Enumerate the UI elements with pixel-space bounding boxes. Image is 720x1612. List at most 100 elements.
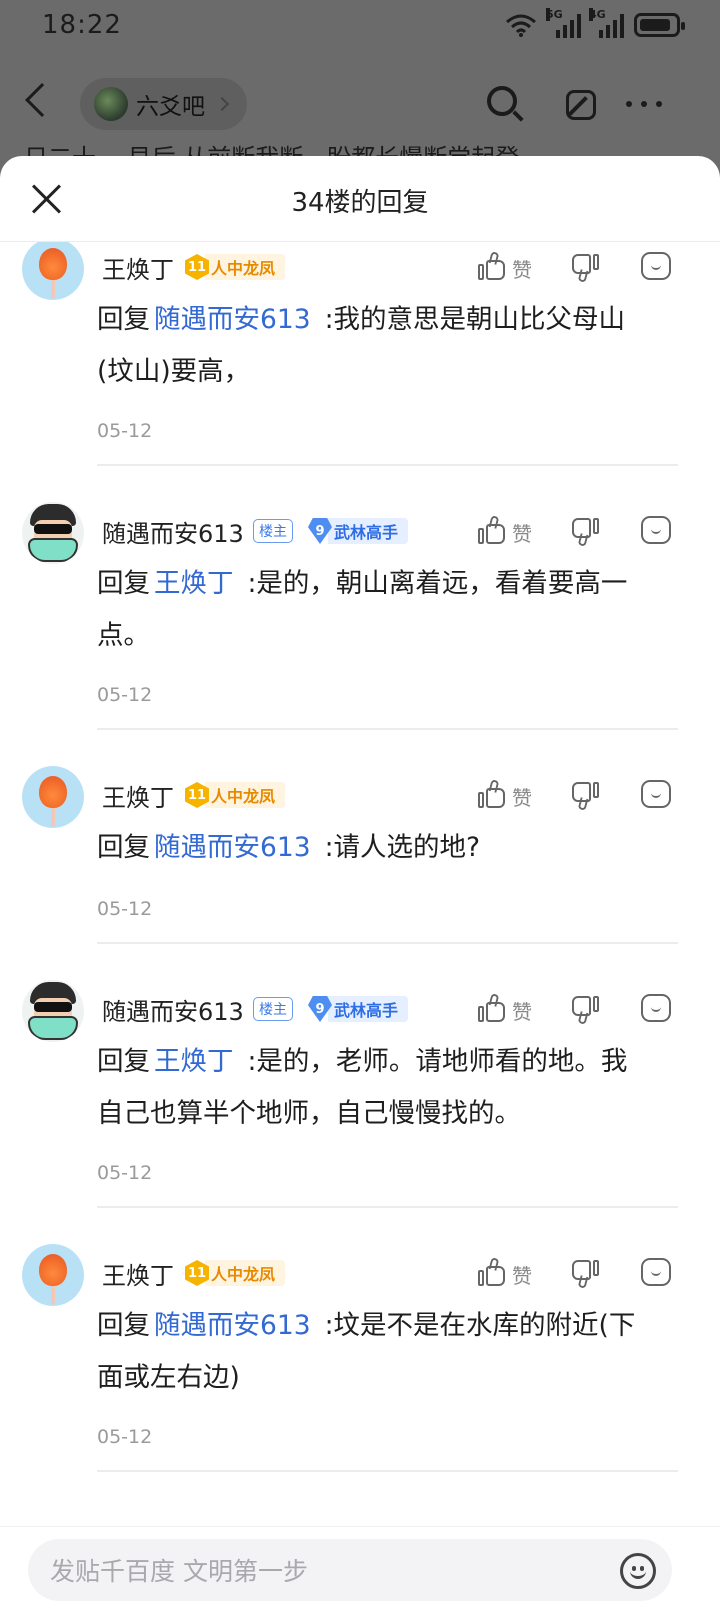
badge-title: 人中龙凤 (205, 254, 286, 280)
like-icon[interactable] (478, 993, 506, 1024)
reply-prefix: 回复 (97, 832, 150, 863)
dislike-icon[interactable] (571, 780, 599, 811)
mention-link[interactable]: 随遇而安613 (154, 304, 311, 335)
badge-title: 人中龙凤 (205, 782, 286, 808)
like-label[interactable]: 赞 (512, 782, 532, 811)
user-avatar[interactable] (22, 502, 84, 564)
reply-date: 05-12 (97, 1426, 153, 1448)
like-icon[interactable] (478, 251, 506, 282)
reply-prefix: 回复 (97, 568, 150, 599)
like-icon[interactable] (478, 1257, 506, 1288)
reply-date: 05-12 (97, 420, 153, 442)
reply-text: :是的，朝山离着远，看着要高一 (247, 568, 628, 599)
mention-link[interactable]: 随遇而安613 (154, 832, 311, 863)
reply-item: 随遇而安613 楼主 9 武林高手 赞 回复 王焕丁:是的，老师。请地师看的地。我… (0, 952, 720, 1216)
like-icon[interactable] (478, 515, 506, 546)
mention-link[interactable]: 随遇而安613 (154, 1310, 311, 1341)
reply-text-cont: 面或左右边) (97, 1362, 240, 1393)
reply-date: 05-12 (97, 1162, 153, 1184)
user-avatar[interactable] (22, 242, 84, 300)
reply-sheet: 34楼的回复 王焕丁 11 人中龙凤 赞 回复 随遇而安613:我的意思是朝山比父… (0, 156, 720, 1612)
reply-list[interactable]: 王焕丁 11 人中龙凤 赞 回复 随遇而安613:我的意思是朝山比父母山 (坟山)要… (0, 242, 720, 1526)
like-label[interactable]: 赞 (512, 996, 532, 1025)
reply-date: 05-12 (97, 684, 153, 706)
username[interactable]: 随遇而安613 (102, 992, 244, 1027)
divider (97, 728, 678, 730)
divider (97, 464, 678, 466)
divider (97, 1206, 678, 1208)
badge-title: 人中龙凤 (205, 1260, 286, 1286)
reply-comment-icon[interactable] (641, 516, 671, 544)
chevron-left-icon[interactable] (25, 83, 59, 117)
forum-avatar (94, 87, 128, 121)
signal-5g-icon: 5G (546, 8, 581, 38)
username[interactable]: 王焕丁 (102, 778, 174, 813)
level-badge: 11 人中龙凤 (185, 1260, 286, 1286)
badge-title: 武林高手 (328, 518, 409, 544)
chevron-right-icon (214, 96, 230, 112)
like-label[interactable]: 赞 (512, 1260, 532, 1289)
reply-content[interactable]: 回复 随遇而安613 :请人选的地? (97, 822, 682, 874)
reply-content[interactable]: 回复 随遇而安613 :坟是不是在水库的附近(下面或左右边) (97, 1300, 682, 1404)
reply-date: 05-12 (97, 898, 153, 920)
reply-text: :请人选的地? (324, 832, 481, 863)
reply-text-cont: (坟山)要高， (97, 356, 251, 387)
reply-content[interactable]: 回复 王焕丁:是的，老师。请地师看的地。我 自己也算半个地师，自己慢慢找的。 (97, 1036, 682, 1140)
reply-text: :坟是不是在水库的附近(下 (324, 1310, 636, 1341)
reply-text: :我的意思是朝山比父母山 (324, 304, 626, 335)
reply-text-cont: 点。 (97, 620, 150, 651)
user-avatar[interactable] (22, 980, 84, 1042)
search-icon[interactable] (481, 82, 525, 126)
op-tag: 楼主 (253, 997, 293, 1021)
dislike-icon[interactable] (571, 1258, 599, 1289)
reply-content[interactable]: 回复 随遇而安613 :我的意思是朝山比父母山 (坟山)要高， (97, 294, 682, 398)
username[interactable]: 王焕丁 (102, 250, 174, 285)
forum-nav-bar: 六爻吧 (0, 70, 720, 140)
sheet-header: 34楼的回复 (0, 156, 720, 242)
dislike-icon[interactable] (571, 516, 599, 547)
mention-link[interactable]: 王焕丁 (154, 1046, 234, 1077)
mention-link[interactable]: 王焕丁 (154, 568, 234, 599)
badge-title: 武林高手 (328, 996, 409, 1022)
forum-pill[interactable]: 六爻吧 (80, 78, 247, 130)
reply-item: 王焕丁 11 人中龙凤 赞 回复 随遇而安613 :我的意思是朝山比父母山 (坟山)要… (0, 242, 720, 474)
divider (97, 1470, 678, 1472)
reply-prefix: 回复 (97, 1046, 150, 1077)
level-badge: 11 人中龙凤 (185, 254, 286, 280)
reply-comment-icon[interactable] (641, 780, 671, 808)
battery-icon (634, 13, 685, 37)
level-badge: 9 武林高手 (308, 996, 409, 1022)
status-bar: 18:22 5G 4G (0, 0, 720, 56)
forum-name: 六爻吧 (136, 94, 205, 120)
dislike-icon[interactable] (571, 994, 599, 1025)
reply-text-cont: 自己也算半个地师，自己慢慢找的。 (97, 1098, 521, 1129)
emoji-icon[interactable] (620, 1553, 656, 1589)
op-tag: 楼主 (253, 519, 293, 543)
reply-comment-icon[interactable] (641, 252, 671, 280)
like-label[interactable]: 赞 (512, 254, 532, 283)
level-badge: 11 人中龙凤 (185, 782, 286, 808)
reply-item: 王焕丁 11 人中龙凤 赞 回复 随遇而安613 :坟是不是在水库的附近(下面或左右… (0, 1216, 720, 1480)
signal-4g-label: 4G (589, 8, 606, 21)
level-badge: 9 武林高手 (308, 518, 409, 544)
reply-item: 随遇而安613 楼主 9 武林高手 赞 回复 王焕丁 :是的，朝山离着远，看着要高一… (0, 474, 720, 738)
reply-prefix: 回复 (97, 304, 150, 335)
composer-bar: 发贴千百度 文明第一步 (0, 1526, 720, 1612)
reply-comment-icon[interactable] (641, 1258, 671, 1286)
compose-input[interactable]: 发贴千百度 文明第一步 (28, 1539, 672, 1601)
signal-5g-label: 5G (546, 8, 563, 21)
like-icon[interactable] (478, 779, 506, 810)
reply-prefix: 回复 (97, 1310, 150, 1341)
reply-comment-icon[interactable] (641, 994, 671, 1022)
divider (97, 942, 678, 944)
user-avatar[interactable] (22, 1244, 84, 1306)
more-icon[interactable] (622, 82, 666, 126)
edit-icon[interactable] (560, 82, 604, 126)
like-label[interactable]: 赞 (512, 518, 532, 547)
dislike-icon[interactable] (571, 252, 599, 283)
user-avatar[interactable] (22, 766, 84, 828)
username[interactable]: 王焕丁 (102, 1256, 174, 1291)
sheet-title: 34楼的回复 (291, 188, 429, 218)
username[interactable]: 随遇而安613 (102, 514, 244, 549)
reply-content[interactable]: 回复 王焕丁 :是的，朝山离着远，看着要高一点。 (97, 558, 682, 662)
